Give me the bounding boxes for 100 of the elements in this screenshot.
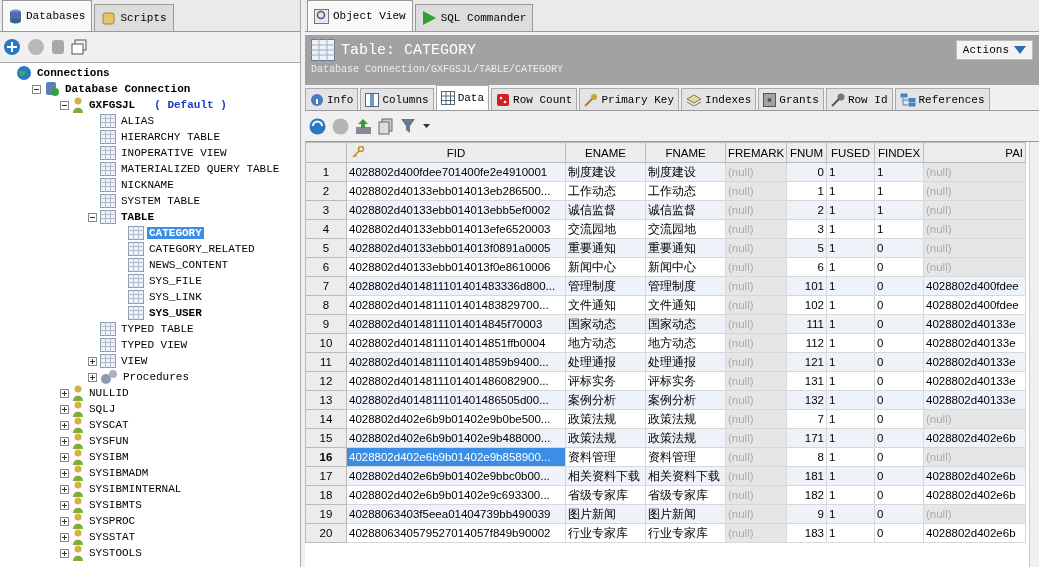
expand-toggle[interactable] [60, 388, 69, 398]
dice-icon [496, 92, 511, 107]
expand-toggle[interactable] [60, 532, 69, 542]
hierarchy-icon [899, 92, 916, 107]
table-icon [128, 226, 144, 240]
tree-item[interactable]: Connections [35, 67, 112, 79]
tree-item[interactable]: TYPED VIEW [119, 339, 189, 351]
panel-tab[interactable]: Scripts [94, 4, 174, 31]
tree-item[interactable]: SYSPROC [87, 515, 138, 527]
tree-item[interactable]: VIEW [119, 355, 150, 367]
table-cell: 4028802d40133ebb014013efe6520003 [346, 219, 566, 239]
scroll-icon [101, 10, 117, 26]
tree-item[interactable]: NEWS_CONTENT [147, 259, 231, 271]
column-header[interactable]: FINDEX [874, 142, 924, 163]
table-cell: 地方动态 [645, 333, 726, 353]
user-icon [72, 497, 84, 513]
tree-item[interactable]: SYSSTAT [87, 531, 138, 543]
tree-item[interactable]: GXFGSJL [87, 99, 138, 111]
column-header[interactable]: FNUM [786, 142, 827, 163]
user-icon [72, 529, 84, 545]
tree-item[interactable]: SYSCAT [87, 419, 131, 431]
expand-toggle[interactable] [60, 500, 69, 510]
tree-item[interactable]: SYSIBMTS [87, 499, 144, 511]
view-tab[interactable]: Indexes [681, 88, 757, 110]
tree-item[interactable]: CATEGORY_RELATED [147, 243, 257, 255]
table-icon [100, 210, 116, 224]
table-cell: 文件通知 [645, 295, 726, 315]
expand-toggle[interactable] [32, 84, 41, 94]
view-tab[interactable]: Row Id [825, 88, 893, 110]
column-header[interactable]: FREMARK [725, 142, 787, 163]
table-cell: 4028802d402e6b9b01402e9b0be500... [346, 409, 566, 429]
table-cell: 1 [826, 219, 875, 239]
editor-tab[interactable]: SQL Commander [414, 4, 534, 31]
view-tab[interactable]: Row Count [491, 88, 578, 110]
expand-toggle[interactable] [60, 452, 69, 462]
expand-toggle[interactable] [60, 436, 69, 446]
panel-tab[interactable]: Databases [2, 0, 93, 31]
expand-toggle[interactable] [60, 468, 69, 478]
view-tab[interactable]: References [894, 88, 990, 110]
column-header[interactable]: FID [346, 142, 566, 163]
expand-toggle[interactable] [60, 516, 69, 526]
tree-item[interactable]: SYSIBMINTERNAL [87, 483, 184, 495]
table-cell: 112 [786, 333, 827, 353]
column-header[interactable]: ENAME [565, 142, 646, 163]
editor-tab[interactable]: Object View [307, 0, 413, 31]
tree-item[interactable]: TABLE [119, 211, 156, 223]
connect-icon[interactable] [3, 38, 21, 56]
tree-item[interactable]: TYPED TABLE [119, 323, 196, 335]
tree-item[interactable]: SYS_LINK [147, 291, 204, 303]
column-header[interactable]: PAI [923, 142, 1026, 163]
view-tab[interactable]: Info [305, 88, 359, 110]
table-cell: 4028802d4014811101401483829700... [346, 295, 566, 315]
table-cell: 交流园地 [565, 219, 646, 239]
tree-item[interactable]: Database Connection [63, 83, 193, 95]
tree-item[interactable]: INOPERATIVE VIEW [119, 147, 229, 159]
tree-item[interactable]: NULLID [87, 387, 131, 399]
expand-toggle[interactable] [60, 100, 69, 110]
view-tab[interactable]: Columns [360, 88, 434, 110]
expand-toggle[interactable] [88, 372, 97, 382]
expand-toggle[interactable] [60, 484, 69, 494]
tree-item[interactable]: NICKNAME [119, 179, 176, 191]
view-tab[interactable]: Primary Key [579, 88, 680, 110]
table-cell: 131 [786, 371, 827, 391]
tree-item[interactable]: HIERARCHY TABLE [119, 131, 223, 143]
table-cell: 4028802d402e6b [923, 485, 1026, 505]
tree-item[interactable]: SYS_FILE [147, 275, 204, 287]
expand-toggle[interactable] [60, 404, 69, 414]
tree-item[interactable]: SYSIBM [87, 451, 131, 463]
view-tab[interactable]: Data [435, 85, 490, 110]
export-icon[interactable] [355, 117, 372, 135]
tree-item[interactable]: SYS_USER [147, 307, 204, 319]
filter-icon[interactable] [399, 117, 417, 135]
tree-item[interactable]: MATERIALIZED QUERY TABLE [119, 163, 282, 175]
window-icon[interactable] [71, 39, 87, 55]
table-cell: 1 [786, 181, 827, 201]
user-icon [72, 465, 84, 481]
column-header[interactable]: FNAME [645, 142, 726, 163]
column-header[interactable]: FUSED [826, 142, 875, 163]
tree-item[interactable]: SYSIBMADM [87, 467, 151, 479]
tree-item[interactable]: SYSTOOLS [87, 547, 144, 559]
actions-button[interactable]: Actions [955, 40, 1033, 60]
table-cell: 0 [874, 371, 924, 391]
tree-item[interactable]: Procedures [121, 371, 191, 383]
expand-toggle[interactable] [88, 356, 97, 366]
tree-item[interactable]: SYSFUN [87, 435, 131, 447]
scrollbar[interactable] [1029, 142, 1039, 567]
copy-icon[interactable] [378, 117, 393, 135]
expand-toggle[interactable] [60, 420, 69, 430]
caret-icon[interactable] [423, 124, 430, 128]
table-icon [100, 114, 116, 128]
table-cell: 评标实务 [565, 371, 646, 391]
table-cell: 行业专家库 [645, 523, 726, 543]
expand-toggle[interactable] [60, 548, 69, 558]
table-icon [100, 162, 116, 176]
view-tab[interactable]: Grants [758, 88, 824, 110]
expand-toggle[interactable] [88, 212, 97, 222]
tree-item[interactable]: SQLJ [87, 403, 118, 415]
tree-item[interactable]: SYSTEM TABLE [119, 195, 203, 207]
tree-item[interactable]: ALIAS [119, 115, 156, 127]
refresh-icon[interactable] [309, 117, 326, 135]
